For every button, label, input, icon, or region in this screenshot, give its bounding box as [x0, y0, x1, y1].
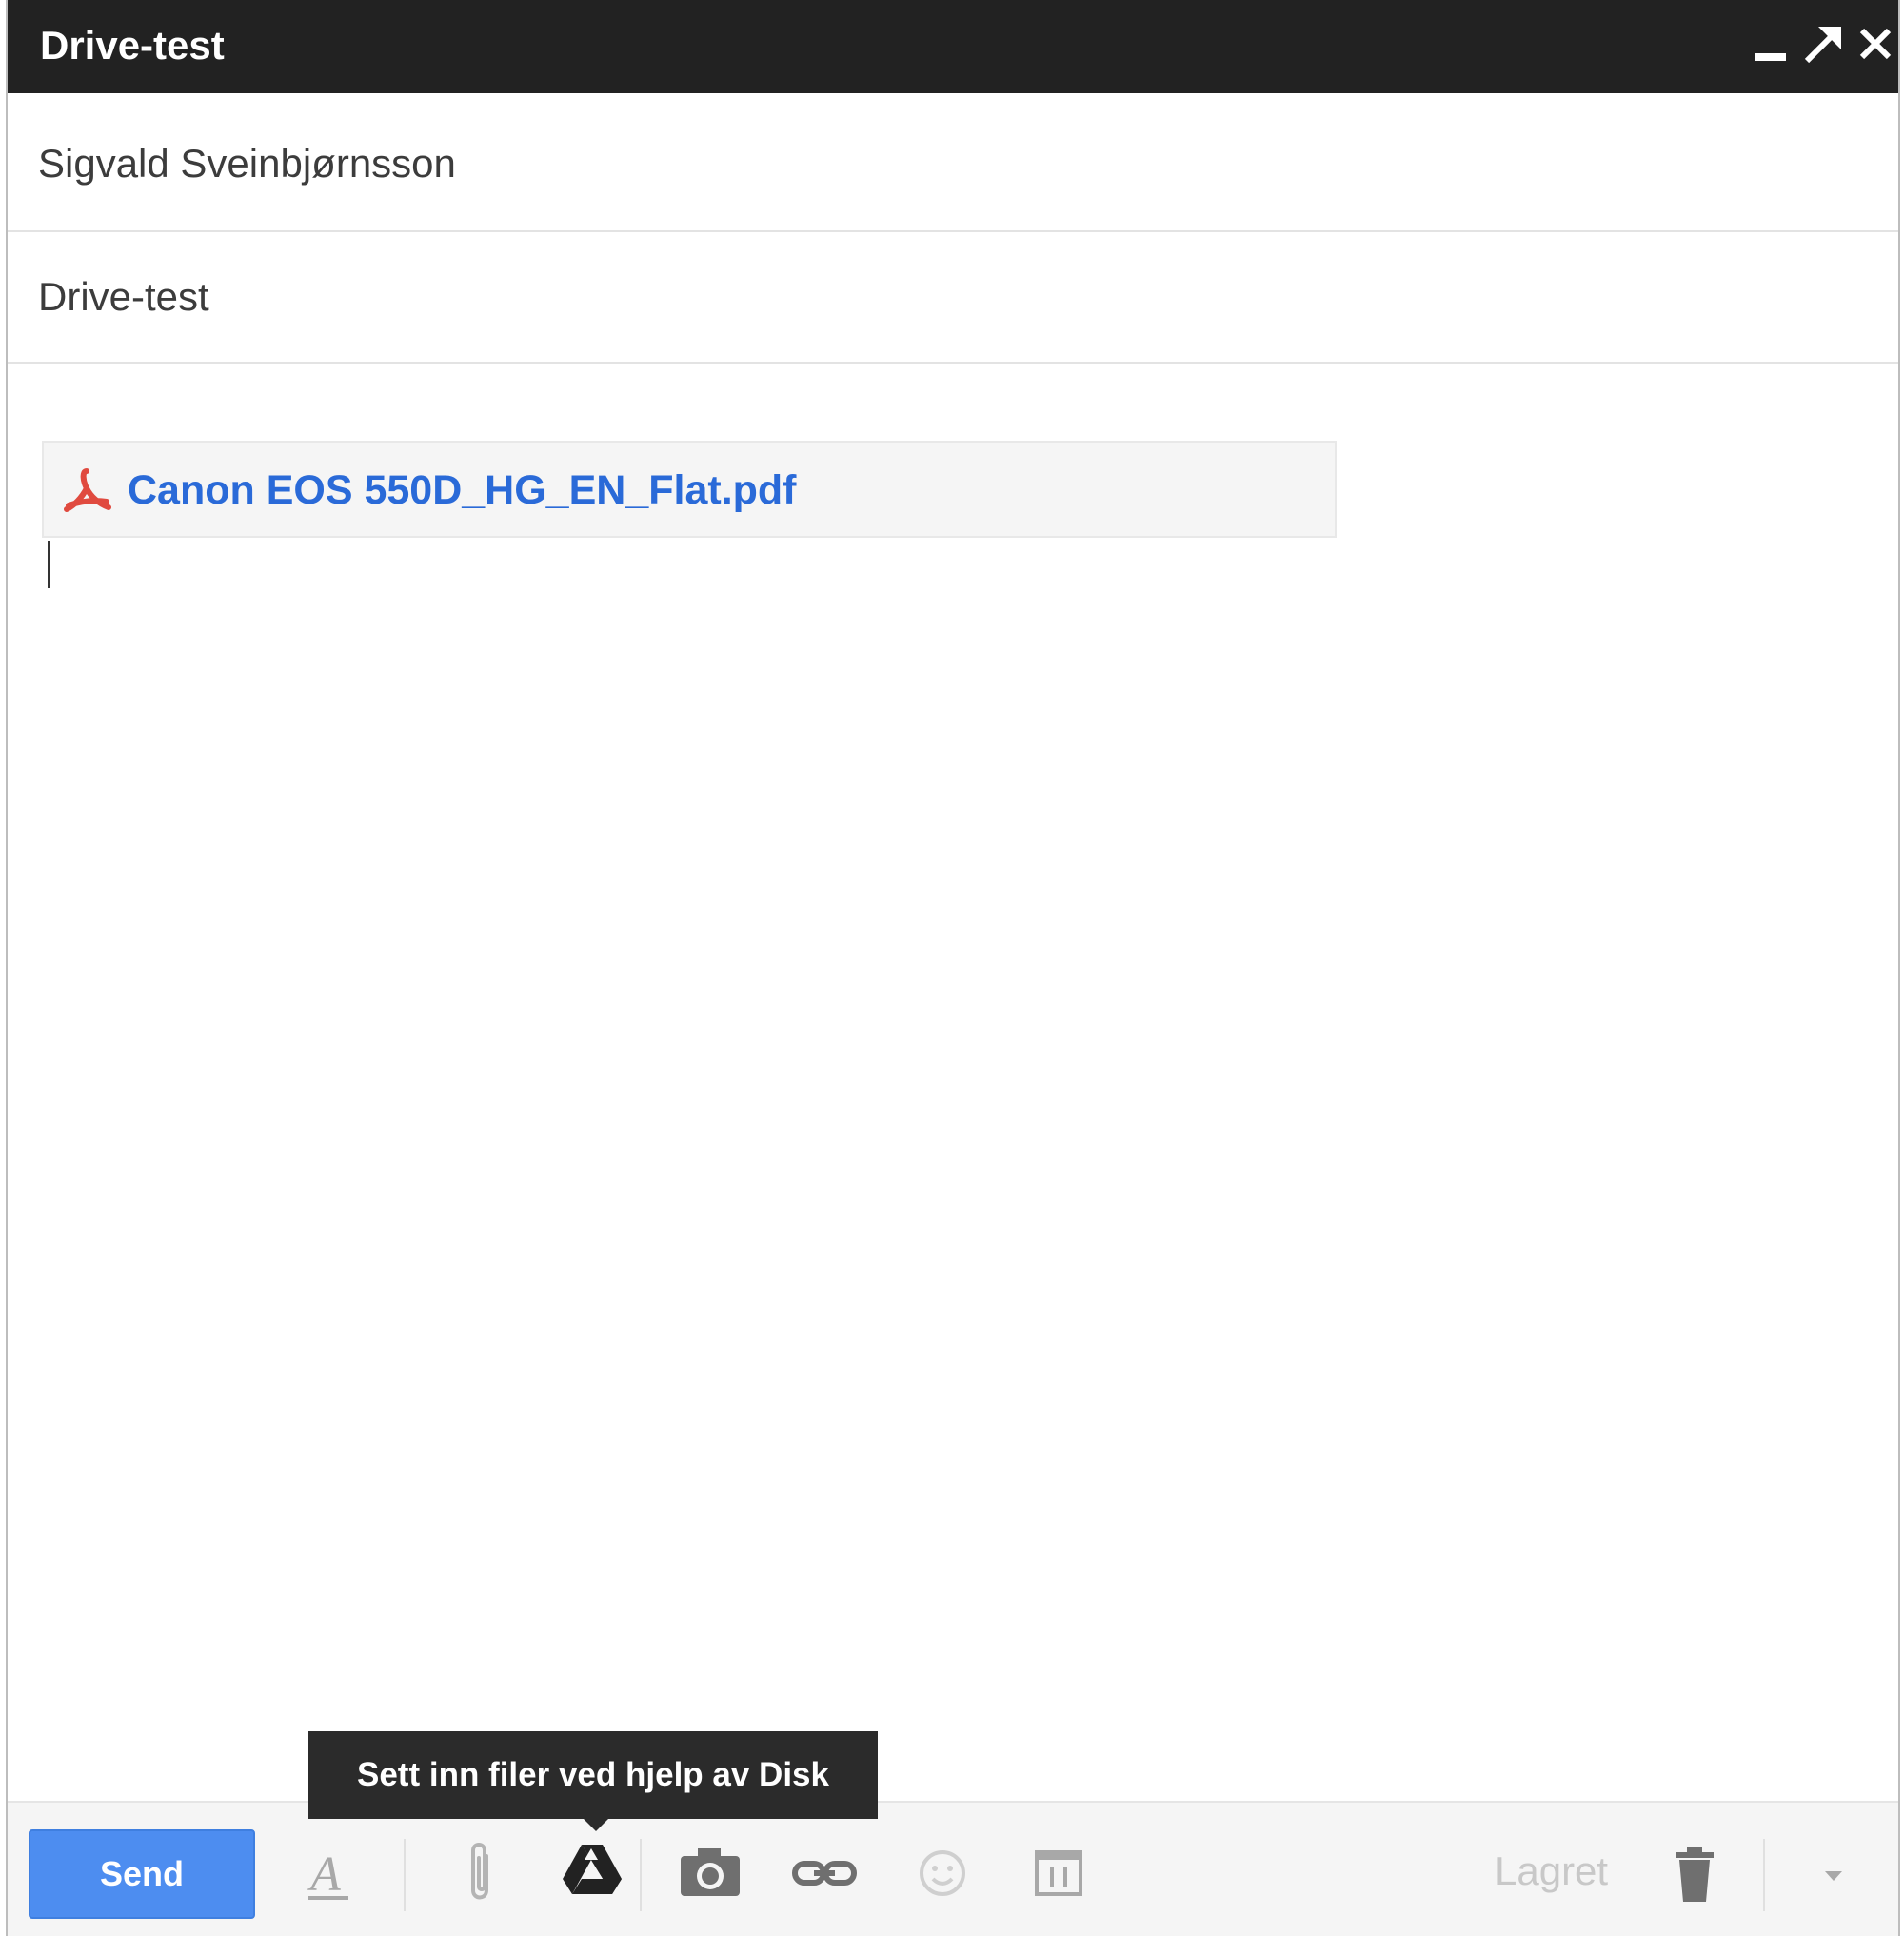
attachment-filename-link[interactable]: Canon EOS 550D_HG_EN_Flat.pdf: [128, 467, 797, 514]
emoji-icon[interactable]: [904, 1835, 981, 1911]
to-recipient: Sigvald Sveinbjørnsson: [38, 141, 456, 186]
send-button[interactable]: Send: [29, 1829, 255, 1919]
toolbar-divider: [1763, 1839, 1765, 1911]
compose-titlebar[interactable]: Drive-test: [8, 0, 1898, 93]
text-cursor: [48, 541, 50, 588]
minimize-icon[interactable]: [1748, 17, 1795, 74]
subject-value: Drive-test: [38, 274, 209, 319]
drive-icon[interactable]: [554, 1835, 630, 1911]
pdf-icon: [61, 467, 112, 515]
calendar-icon[interactable]: [1021, 1835, 1097, 1911]
close-icon[interactable]: [1853, 17, 1900, 74]
toolbar-divider: [640, 1839, 642, 1911]
attachment-chip[interactable]: Canon EOS 550D_HG_EN_Flat.pdf: [42, 441, 1337, 538]
saved-status: Lagret: [1495, 1848, 1609, 1893]
camera-icon[interactable]: [672, 1835, 748, 1911]
to-field[interactable]: Sigvald Sveinbjørnsson: [8, 93, 1898, 232]
trash-icon[interactable]: [1656, 1835, 1733, 1911]
more-options-icon[interactable]: [1795, 1835, 1872, 1911]
subject-field[interactable]: Drive-test: [8, 232, 1898, 364]
drive-tooltip: Sett inn filer ved hjelp av Disk: [308, 1731, 878, 1819]
compose-window: Drive-test Sigvald Sveinbjørnsson Drive-…: [6, 0, 1900, 1936]
svg-text:A: A: [307, 1847, 341, 1902]
toolbar-divider: [404, 1839, 406, 1911]
compose-toolbar: Send A Lagret: [8, 1801, 1898, 1936]
link-icon[interactable]: [786, 1835, 863, 1911]
attach-icon[interactable]: [442, 1835, 518, 1911]
window-title: Drive-test: [40, 23, 225, 68]
tooltip-pointer: [583, 1818, 609, 1831]
popout-icon[interactable]: [1799, 17, 1847, 74]
formatting-icon[interactable]: A: [291, 1835, 367, 1911]
